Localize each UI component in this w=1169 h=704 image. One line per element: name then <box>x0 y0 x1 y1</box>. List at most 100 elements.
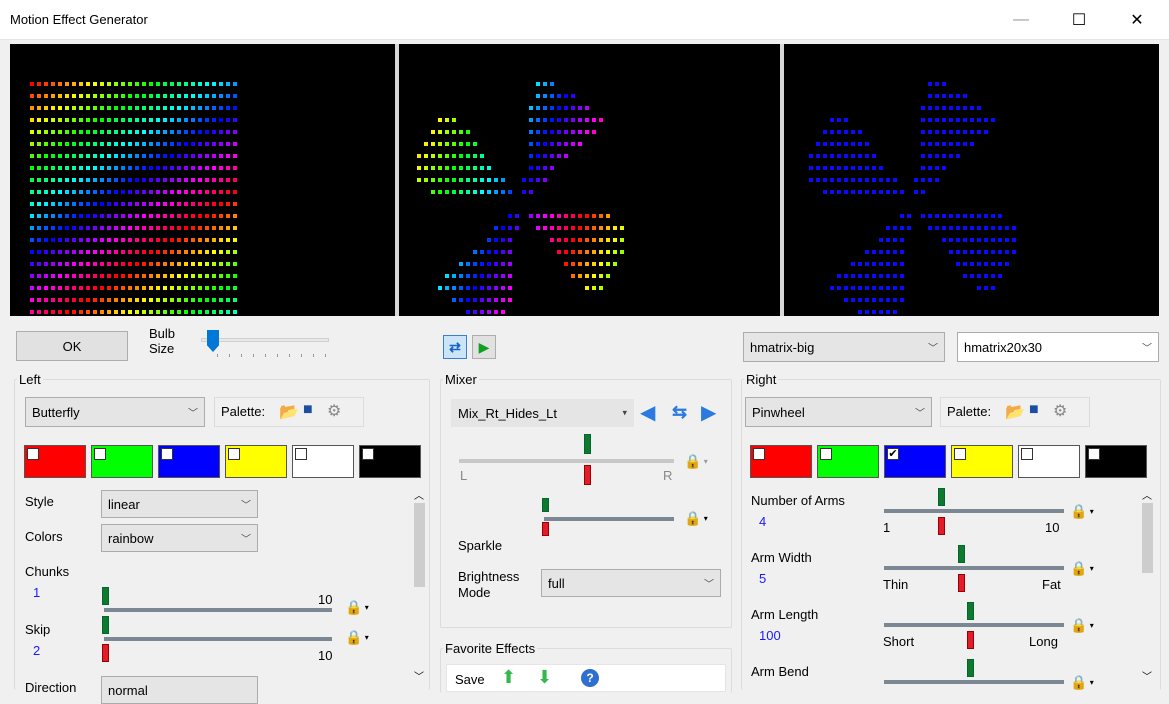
arrow-right-icon[interactable]: ▶ <box>701 400 716 425</box>
gear-icon[interactable]: ⚙ <box>327 401 341 421</box>
close-button[interactable]: ✕ <box>1114 0 1160 40</box>
arms-thumb-red[interactable] <box>938 517 945 535</box>
bulb-size-thumb[interactable] <box>207 330 219 352</box>
led-bulb <box>44 226 48 230</box>
arm-length-thumb-red[interactable] <box>967 631 974 649</box>
arm-bend-lock-button[interactable]: 🔒 ▾ <box>1062 667 1102 697</box>
skip-thumb-red[interactable] <box>102 644 109 662</box>
right-swatch-checkbox[interactable] <box>753 448 765 460</box>
led-bulb <box>51 250 55 254</box>
maximize-button[interactable]: ☐ <box>1056 0 1102 40</box>
arm-bend-slider[interactable] <box>880 659 1064 692</box>
led-bulb <box>949 154 953 158</box>
chevron-up-icon[interactable]: ︿ <box>414 487 424 502</box>
right-swatch-checkbox[interactable] <box>1021 448 1033 460</box>
led-bulb <box>606 262 610 266</box>
brightness-select[interactable]: full ﹀ <box>541 569 721 597</box>
left-swatch[interactable] <box>225 445 287 478</box>
up-arrow-icon[interactable]: ⬆ <box>501 667 516 688</box>
sparkle-slider[interactable] <box>540 496 676 552</box>
left-swatch[interactable] <box>158 445 220 478</box>
colors-select[interactable]: rainbow ﹀ <box>101 524 258 552</box>
mix-slider[interactable] <box>455 434 677 485</box>
chevron-up-icon[interactable]: ︿ <box>1142 487 1152 502</box>
left-swatch[interactable] <box>24 445 86 478</box>
right-swatch[interactable] <box>750 445 812 478</box>
left-swatch[interactable] <box>292 445 354 478</box>
submodel-select[interactable]: hmatrix20x30 ﹀ <box>957 332 1159 362</box>
favorites-save-label[interactable]: Save <box>455 672 485 687</box>
chevron-down-icon[interactable]: ﹀ <box>1142 668 1152 683</box>
led-bulb <box>219 94 223 98</box>
arm-width-thumb-green[interactable] <box>958 545 965 563</box>
right-swatch[interactable]: ✔ <box>884 445 946 478</box>
folder-open-icon[interactable]: 📂 <box>1005 402 1025 422</box>
mix-thumb-red[interactable] <box>584 465 591 485</box>
sparkle-thumb-red[interactable] <box>542 522 549 536</box>
arms-lock-button[interactable]: 🔒 ▾ <box>1062 496 1102 526</box>
minimize-button[interactable]: — <box>998 0 1044 40</box>
ok-button[interactable]: OK <box>16 331 128 361</box>
left-scrollbar[interactable]: ︿ ﹀ <box>411 485 428 690</box>
arm-length-thumb-green[interactable] <box>967 602 974 620</box>
right-swatch[interactable] <box>1085 445 1147 478</box>
arrow-left-icon[interactable]: ◀ <box>640 400 655 425</box>
left-swatch-checkbox[interactable] <box>362 448 374 460</box>
arm-length-lock-button[interactable]: 🔒 ▾ <box>1062 610 1102 640</box>
led-bulb <box>156 166 160 170</box>
skip-lock-button[interactable]: 🔒 ▾ <box>337 622 377 652</box>
right-scrollbar[interactable]: ︿ ﹀ <box>1139 485 1156 690</box>
right-swatch-checkbox[interactable] <box>954 448 966 460</box>
mix-lock-button[interactable]: 🔒 ▾ <box>676 446 716 476</box>
right-swatch-checkbox[interactable]: ✔ <box>887 448 899 460</box>
loop-button[interactable]: ⇄ <box>443 335 467 359</box>
left-effect-select[interactable]: Butterfly ﹀ <box>25 397 205 427</box>
arm-width-thumb-red[interactable] <box>958 574 965 592</box>
right-swatch[interactable] <box>1018 445 1080 478</box>
led-bulb <box>473 274 477 278</box>
right-swatch-checkbox[interactable] <box>820 448 832 460</box>
chunks-thumb-green[interactable] <box>102 587 109 605</box>
left-swatch-checkbox[interactable] <box>295 448 307 460</box>
right-scroll-thumb[interactable] <box>1142 503 1153 573</box>
chunks-lock-button[interactable]: 🔒 ▾ <box>337 592 377 622</box>
led-bulb <box>128 250 132 254</box>
save-icon[interactable]: ■ <box>303 401 313 419</box>
right-swatch[interactable] <box>951 445 1013 478</box>
play-button[interactable]: ▶ <box>472 335 496 359</box>
down-arrow-icon[interactable]: ⬇ <box>537 667 552 688</box>
direction-select[interactable]: normal <box>101 676 258 704</box>
left-swatch-checkbox[interactable] <box>228 448 240 460</box>
skip-thumb-green[interactable] <box>102 616 109 634</box>
left-swatch-checkbox[interactable] <box>27 448 39 460</box>
chevron-down-icon[interactable]: ﹀ <box>414 668 424 683</box>
style-select[interactable]: linear ﹀ <box>101 490 258 518</box>
arm-width-lock-button[interactable]: 🔒 ▾ <box>1062 553 1102 583</box>
arms-thumb-green[interactable] <box>938 488 945 506</box>
left-swatch-checkbox[interactable] <box>94 448 106 460</box>
chunks-slider[interactable] <box>100 586 336 634</box>
bulb-size-slider[interactable] <box>197 330 332 358</box>
arms-slider[interactable] <box>880 488 1064 538</box>
submodel-select-value: hmatrix20x30 <box>964 339 1043 355</box>
left-swatch-checkbox[interactable] <box>161 448 173 460</box>
save-icon[interactable]: ■ <box>1029 401 1039 419</box>
sparkle-thumb-green[interactable] <box>542 498 549 512</box>
led-bulb <box>445 274 449 278</box>
left-swatch[interactable] <box>359 445 421 478</box>
right-swatch[interactable] <box>817 445 879 478</box>
mix-thumb-green[interactable] <box>584 434 591 454</box>
model-select[interactable]: hmatrix-big ﹀ <box>743 332 945 362</box>
help-icon[interactable]: ? <box>581 669 599 687</box>
right-swatch-checkbox[interactable] <box>1088 448 1100 460</box>
left-scroll-thumb[interactable] <box>414 503 425 587</box>
right-effect-select[interactable]: Pinwheel ﹀ <box>745 397 932 427</box>
arm-bend-thumb-green[interactable] <box>967 659 974 677</box>
skip-slider[interactable] <box>100 616 336 664</box>
folder-open-icon[interactable]: 📂 <box>279 402 299 422</box>
swap-icon[interactable]: ⇆ <box>672 402 687 423</box>
left-swatch[interactable] <box>91 445 153 478</box>
mixer-mode-select[interactable]: Mix_Rt_Hides_Lt ▾ <box>451 399 634 427</box>
sparkle-lock-button[interactable]: 🔒 ▾ <box>676 503 716 533</box>
gear-icon[interactable]: ⚙ <box>1053 401 1067 421</box>
